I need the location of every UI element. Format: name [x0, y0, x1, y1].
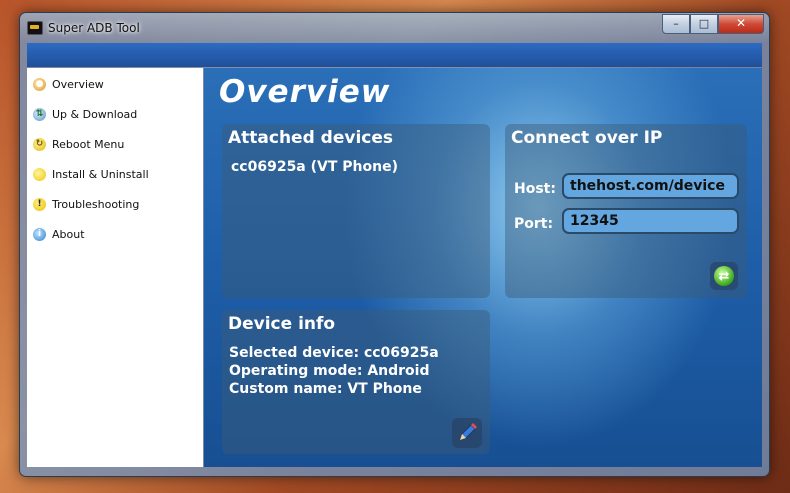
sidebar: ● Overview ⇅ Up & Download ↻ Reboot Menu… — [27, 68, 204, 467]
reboot-icon: ↻ — [33, 137, 46, 151]
attached-devices-panel: Attached devices cc06925a (VT Phone) — [222, 124, 490, 298]
connect-over-ip-panel: Connect over IP Host: Port: ⇄ — [505, 124, 747, 298]
sidebar-item-label: Up & Download — [52, 107, 138, 121]
maximize-button[interactable]: □ — [690, 14, 718, 34]
sidebar-item-label: Troubleshooting — [52, 197, 140, 211]
sidebar-item-label: About — [52, 227, 85, 241]
up-download-icon: ⇅ — [33, 107, 46, 121]
main-content: Overview Attached devices cc06925a (VT P… — [204, 68, 762, 467]
attached-devices-title: Attached devices — [228, 128, 394, 148]
device-info-title: Device info — [228, 314, 336, 334]
header-bar — [27, 43, 762, 67]
sidebar-item-install-uninstall[interactable]: Install & Uninstall — [33, 164, 149, 184]
sidebar-item-label: Install & Uninstall — [52, 167, 149, 181]
sidebar-item-troubleshooting[interactable]: ! Troubleshooting — [33, 194, 139, 214]
pencil-icon — [459, 423, 477, 441]
sidebar-item-up-download[interactable]: ⇅ Up & Download — [33, 104, 137, 124]
device-info-panel: Device info Selected device: cc06925a Op… — [222, 310, 490, 454]
window-title: Super ADB Tool — [48, 21, 140, 35]
info-icon: i — [33, 227, 46, 241]
close-button[interactable]: ✕ — [718, 14, 764, 34]
port-input[interactable] — [562, 208, 739, 234]
warning-icon: ! — [33, 197, 46, 211]
sidebar-item-overview[interactable]: ● Overview — [33, 74, 104, 94]
host-input[interactable] — [562, 173, 739, 199]
sidebar-item-about[interactable]: i About — [33, 224, 85, 244]
sidebar-item-label: Reboot Menu — [52, 137, 125, 151]
page-title: Overview — [219, 74, 391, 110]
sidebar-item-reboot-menu[interactable]: ↻ Reboot Menu — [33, 134, 124, 154]
title-bar[interactable]: Super ADB Tool – □ ✕ — [20, 13, 769, 41]
app-icon — [27, 21, 43, 35]
app-window: Super ADB Tool – □ ✕ ● Overview ⇅ Up & D… — [19, 12, 770, 477]
host-label: Host: — [514, 181, 556, 197]
device-list-item[interactable]: cc06925a (VT Phone) — [231, 159, 398, 175]
edit-name-button[interactable] — [452, 418, 482, 448]
port-label: Port: — [514, 216, 554, 232]
overview-icon: ● — [33, 77, 46, 91]
minimize-button[interactable]: – — [662, 14, 690, 34]
connect-button[interactable]: ⇄ — [710, 262, 738, 290]
connect-arrows-icon: ⇄ — [714, 266, 734, 286]
caption-buttons: – □ ✕ — [662, 14, 764, 34]
selected-device-text: Selected device: cc06925a — [229, 345, 439, 361]
operating-mode-text: Operating mode: Android — [229, 363, 430, 379]
connect-over-ip-title: Connect over IP — [511, 128, 663, 148]
custom-name-text: Custom name: VT Phone — [229, 381, 422, 397]
sidebar-item-label: Overview — [52, 77, 104, 91]
install-icon — [33, 167, 46, 181]
